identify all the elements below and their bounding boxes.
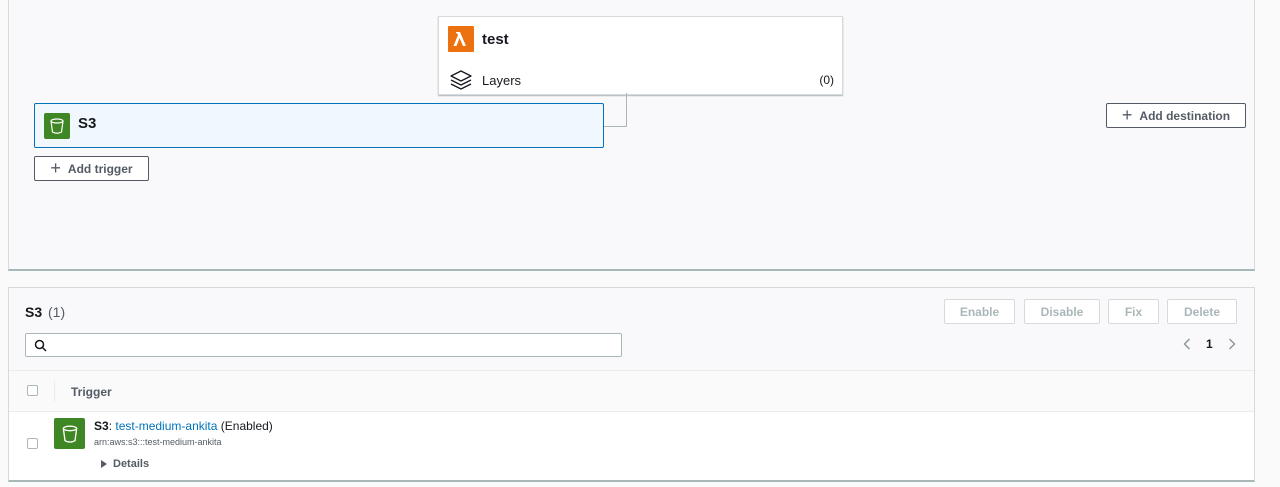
row-checkbox[interactable] (27, 438, 38, 449)
panel-header: S3 (1) Enable Disable Fix Delete 1 (9, 288, 1254, 370)
trigger-card-s3[interactable]: S3 (34, 103, 604, 148)
panel-title: S3 (1) (25, 304, 65, 320)
bucket-link[interactable]: test-medium-ankita (115, 419, 217, 433)
column-divider (54, 380, 55, 402)
panel-count: (1) (48, 304, 66, 320)
add-destination-button[interactable]: + Add destination (1106, 103, 1246, 128)
chevron-left-icon[interactable] (1179, 336, 1195, 352)
search-icon (34, 339, 47, 357)
s3-bucket-icon (44, 113, 70, 139)
column-header-trigger: Trigger (71, 385, 112, 399)
plus-icon: + (1121, 104, 1133, 125)
trigger-name: S3 (78, 115, 97, 132)
layers-row[interactable]: Layers (0) (448, 67, 834, 93)
panel-title-text: S3 (25, 304, 43, 320)
details-toggle[interactable]: Details (101, 458, 149, 470)
page-number[interactable]: 1 (1206, 337, 1213, 351)
trigger-title: S3: test-medium-ankita (Enabled) (94, 419, 273, 433)
trigger-separator: : (108, 419, 113, 433)
s3-bucket-icon (54, 418, 85, 449)
layers-count: (0) (819, 73, 834, 87)
plus-icon: + (50, 157, 61, 178)
trigger-arn: arn:aws:s3:::test-medium-ankita (94, 437, 222, 447)
caret-right-icon (101, 460, 107, 468)
layers-icon (448, 67, 474, 93)
trigger-state: (Enabled) (220, 419, 273, 433)
function-name: test (482, 30, 509, 48)
function-card[interactable]: test Layers (0) (438, 16, 843, 95)
disable-button[interactable]: Disable (1024, 299, 1100, 324)
connector-line (626, 93, 627, 126)
enable-button[interactable]: Enable (944, 299, 1015, 324)
add-destination-label: Add destination (1139, 108, 1231, 123)
select-all-checkbox[interactable] (27, 385, 38, 396)
trigger-service: S3 (94, 419, 109, 433)
chevron-right-icon[interactable] (1224, 336, 1240, 352)
search-input[interactable] (25, 333, 622, 357)
details-label: Details (113, 458, 150, 470)
connector-line (604, 126, 627, 127)
table-header: Trigger (9, 370, 1254, 412)
pagination: 1 (1179, 336, 1240, 352)
triggers-panel: S3 (1) Enable Disable Fix Delete 1 Trigg… (8, 287, 1255, 482)
delete-button[interactable]: Delete (1167, 299, 1237, 324)
function-name-row[interactable]: test (448, 26, 509, 52)
add-trigger-button[interactable]: + Add trigger (34, 156, 149, 181)
fix-button[interactable]: Fix (1108, 299, 1159, 324)
lambda-icon (448, 26, 474, 52)
add-trigger-label: Add trigger (67, 161, 133, 176)
layers-label: Layers (482, 72, 522, 88)
function-designer: test Layers (0) S3 + Add trigger + Add d… (8, 0, 1255, 271)
table-row: S3: test-medium-ankita (Enabled) arn:aws… (9, 411, 1254, 477)
